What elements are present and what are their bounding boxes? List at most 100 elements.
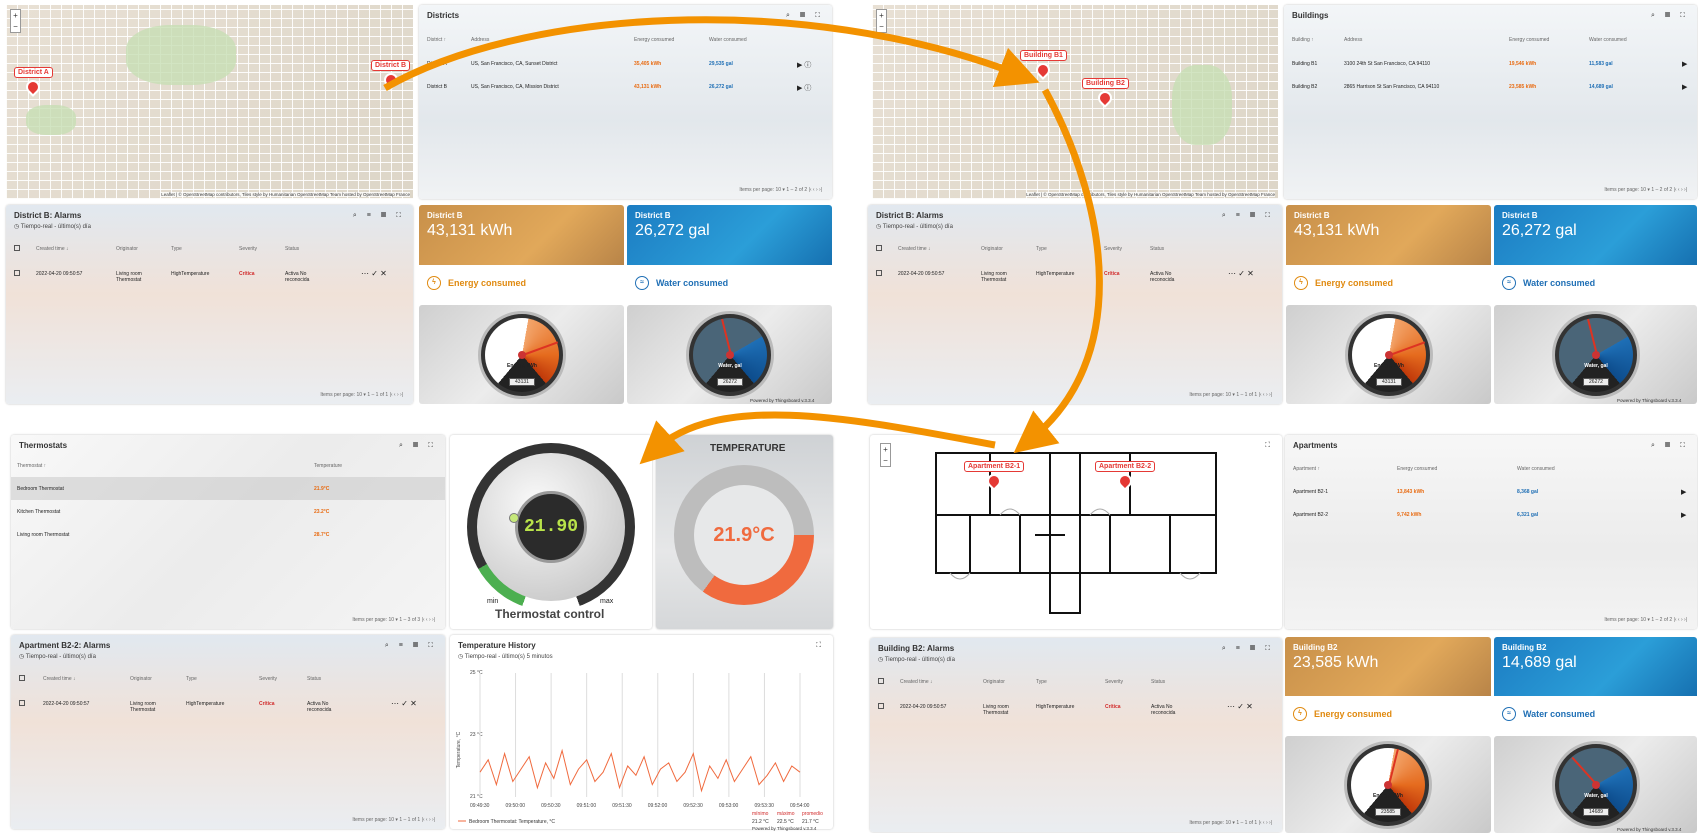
col-header-status[interactable]: Status xyxy=(1150,246,1164,252)
select-all-checkbox[interactable] xyxy=(876,245,882,251)
col-header-type[interactable]: Type xyxy=(1036,679,1047,685)
card-toolbar[interactable]: ⌕ ≡ ▦ ⛶ xyxy=(353,212,405,220)
timewindow[interactable]: ◷ Tiempo-real - último(s) día xyxy=(14,223,91,230)
thermostat-dial[interactable]: 21.90 xyxy=(467,443,635,611)
row-checkbox[interactable] xyxy=(876,270,882,276)
paginator[interactable]: Items per page: 10 ▾ 1 – 1 of 1 |‹ ‹ › ›… xyxy=(320,392,403,398)
zoom-out-button[interactable]: − xyxy=(877,21,886,32)
col-header-status[interactable]: Status xyxy=(285,246,299,252)
timewindow[interactable]: ◷ Tiempo-real - último(s) día xyxy=(19,653,96,660)
card-toolbar[interactable]: ⌕ ▦ ⛶ xyxy=(786,12,824,20)
map-districts[interactable]: + − District A District B Leaflet | © Ope… xyxy=(6,5,413,199)
row-checkbox[interactable] xyxy=(19,700,25,706)
paginator[interactable]: Items per page: 10 ▾ 1 – 1 of 1 |‹ ‹ › ›… xyxy=(1189,820,1272,826)
timewindow[interactable]: ◷ Tiempo-real - último(s) día xyxy=(876,223,953,230)
col-header[interactable]: Building ↑ xyxy=(1292,37,1314,43)
timewindow[interactable]: ◷ Tiempo-real - último(s) 5 minutos xyxy=(458,653,553,660)
col-header[interactable]: Energy consumed xyxy=(1509,37,1549,43)
row-checkbox[interactable] xyxy=(14,270,20,276)
powered-by[interactable]: Powered by Thingsboard v.3.3.4 xyxy=(1617,827,1681,832)
col-header-created[interactable]: Created time ↓ xyxy=(900,679,933,685)
col-header[interactable]: Address xyxy=(471,37,489,43)
alarm-actions[interactable]: ⋯ ✓ ✕ xyxy=(361,269,387,278)
paginator[interactable]: Items per page: 10 ▾ 1 – 1 of 1 |‹ ‹ › ›… xyxy=(352,817,435,823)
zoom-out-button[interactable]: − xyxy=(881,455,890,466)
col-header-type[interactable]: Type xyxy=(186,676,197,682)
alarm-actions[interactable]: ⋯ ✓ ✕ xyxy=(391,699,417,708)
cell-name[interactable]: Bedroom Thermostat xyxy=(17,486,64,492)
map-pin-district-b[interactable]: District B xyxy=(371,60,411,90)
paginator[interactable]: Items per page: 10 ▾ 1 – 2 of 2 |‹ ‹ › ›… xyxy=(1604,187,1687,193)
card-toolbar[interactable]: ⌕ ▦ ⛶ xyxy=(1651,12,1689,20)
card-toolbar[interactable]: ⌕ ▦ ⛶ xyxy=(399,442,437,450)
paginator[interactable]: Items per page: 10 ▾ 1 – 2 of 2 |‹ ‹ › ›… xyxy=(1604,617,1687,623)
selected-row[interactable] xyxy=(11,477,445,500)
row-actions[interactable]: ▶ ⓘ xyxy=(797,83,811,93)
col-header-severity[interactable]: Severity xyxy=(1105,679,1123,685)
col-header[interactable]: Energy consumed xyxy=(1397,466,1437,472)
dial-knob-indicator[interactable] xyxy=(509,513,519,523)
card-toolbar[interactable]: ⌕ ≡ ▦ ⛶ xyxy=(1222,645,1274,653)
map-pin-district-a[interactable]: District A xyxy=(14,67,53,97)
col-header[interactable]: Address xyxy=(1344,37,1362,43)
col-header[interactable]: Water consumed xyxy=(1589,37,1627,43)
alarm-actions[interactable]: ⋯ ✓ ✕ xyxy=(1228,269,1254,278)
row-action-open[interactable]: ▶ xyxy=(1681,511,1686,519)
col-header[interactable]: Apartment ↑ xyxy=(1293,466,1320,472)
col-header-severity[interactable]: Severity xyxy=(239,246,257,252)
zoom-in-button[interactable]: + xyxy=(881,444,890,455)
select-all-checkbox[interactable] xyxy=(878,678,884,684)
zoom-in-button[interactable]: + xyxy=(11,10,20,21)
col-header-originator[interactable]: Originator xyxy=(116,246,138,252)
card-toolbar[interactable]: ⌕ ▦ ⛶ xyxy=(1651,442,1689,450)
col-header[interactable]: Temperature xyxy=(314,463,342,469)
row-actions[interactable]: ▶ ⓘ xyxy=(797,60,811,70)
powered-by[interactable]: Powered by Thingsboard v.3.3.4 xyxy=(1617,398,1681,403)
card-toolbar[interactable]: ⌕ ≡ ▦ ⛶ xyxy=(385,642,437,650)
col-header[interactable]: Water consumed xyxy=(709,37,747,43)
col-header-type[interactable]: Type xyxy=(1036,246,1047,252)
col-header-originator[interactable]: Originator xyxy=(130,676,152,682)
col-header-status[interactable]: Status xyxy=(1151,679,1165,685)
fullscreen-icon[interactable]: ⛶ xyxy=(816,642,825,650)
map-pin-building-b1[interactable]: Building B1 xyxy=(1020,50,1067,80)
zoom-out-button[interactable]: − xyxy=(11,21,20,32)
col-header-severity[interactable]: Severity xyxy=(1104,246,1122,252)
select-all-checkbox[interactable] xyxy=(14,245,20,251)
col-header-type[interactable]: Type xyxy=(171,246,182,252)
col-header-status[interactable]: Status xyxy=(307,676,321,682)
map-pin-apartment-b2-2[interactable]: Apartment B2-2 xyxy=(1095,461,1156,491)
row-checkbox[interactable] xyxy=(878,703,884,709)
paginator[interactable]: Items per page: 10 ▾ 1 – 1 of 1 |‹ ‹ › ›… xyxy=(1189,392,1272,398)
zoom-in-button[interactable]: + xyxy=(877,10,886,21)
col-header-originator[interactable]: Originator xyxy=(981,246,1003,252)
zoom-control[interactable]: + − xyxy=(876,9,887,33)
cell-name[interactable]: Living room Thermostat xyxy=(17,532,69,538)
paginator[interactable]: Items per page: 10 ▾ 1 – 3 of 3 |‹ ‹ › ›… xyxy=(352,617,435,623)
paginator[interactable]: Items per page: 10 ▾ 1 – 2 of 2 |‹ ‹ › ›… xyxy=(739,187,822,193)
map-buildings[interactable]: + − Building B1 Building B2 Leaflet | © O… xyxy=(872,5,1278,199)
col-header[interactable]: Water consumed xyxy=(1517,466,1555,472)
fullscreen-icon[interactable]: ⛶ xyxy=(1265,442,1274,450)
powered-by[interactable]: Powered by Thingsboard v.3.3.4 xyxy=(752,826,816,831)
select-all-checkbox[interactable] xyxy=(19,675,25,681)
map-pin-building-b2[interactable]: Building B2 xyxy=(1082,78,1129,108)
col-header[interactable]: District ↑ xyxy=(427,37,446,43)
map-pin-apartment-b2-1[interactable]: Apartment B2-1 xyxy=(964,461,1025,491)
col-header[interactable]: Energy consumed xyxy=(634,37,674,43)
col-header-created[interactable]: Created time ↓ xyxy=(43,676,76,682)
timewindow[interactable]: ◷ Tiempo-real - último(s) día xyxy=(878,656,955,663)
col-header-originator[interactable]: Originator xyxy=(983,679,1005,685)
row-action-open[interactable]: ▶ xyxy=(1682,60,1687,68)
col-header-created[interactable]: Created time ↓ xyxy=(898,246,931,252)
col-header[interactable]: Thermostat ↑ xyxy=(17,463,46,469)
cell-name[interactable]: Kitchen Thermostat xyxy=(17,509,60,515)
row-action-open[interactable]: ▶ xyxy=(1682,83,1687,91)
zoom-control[interactable]: + − xyxy=(880,443,891,467)
alarm-actions[interactable]: ⋯ ✓ ✕ xyxy=(1227,702,1253,711)
row-action-open[interactable]: ▶ xyxy=(1681,488,1686,496)
col-header-severity[interactable]: Severity xyxy=(259,676,277,682)
powered-by[interactable]: Powered by Thingsboard v.3.3.4 xyxy=(750,398,814,403)
zoom-control[interactable]: + − xyxy=(10,9,21,33)
col-header-created[interactable]: Created time ↓ xyxy=(36,246,69,252)
